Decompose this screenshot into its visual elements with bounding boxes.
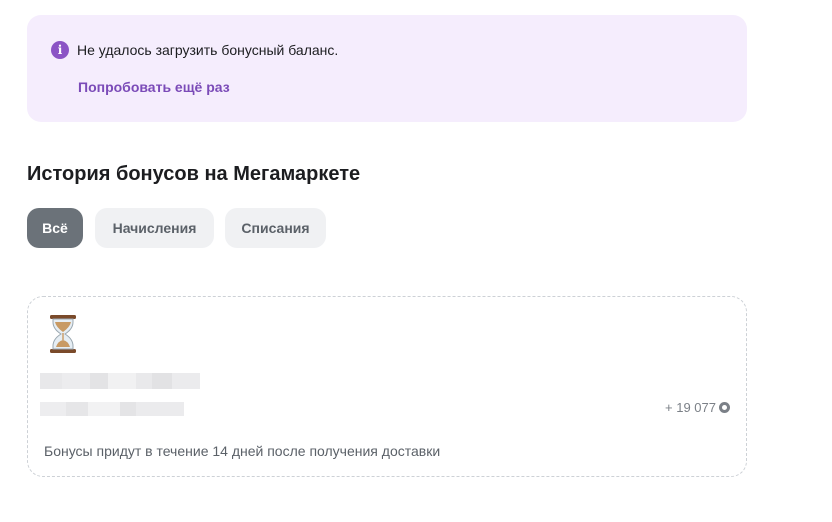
retry-link[interactable]: Попробовать ещё раз [78,79,230,95]
alert-message: Не удалось загрузить бонусный баланс. [77,42,339,58]
filter-all-button[interactable]: Всё [27,208,83,248]
bonus-history-card: + 19 077 Бонусы придут в течение 14 дней… [27,296,747,477]
bonus-delivery-note: Бонусы придут в течение 14 дней после по… [44,443,441,459]
error-alert: i Не удалось загрузить бонусный баланс. … [27,15,747,122]
hourglass-icon [50,315,76,353]
blurred-order-date [40,402,184,416]
info-icon: i [51,41,69,59]
bonus-page: i Не удалось загрузить бонусный баланс. … [0,0,832,522]
history-title: История бонусов на Мегамаркете [27,163,361,185]
bonus-amount: + 19 077 [665,400,730,415]
blurred-order-title [40,373,200,389]
filter-accruals-button[interactable]: Начисления [95,208,214,248]
filter-writeoffs-button[interactable]: Списания [225,208,326,248]
bonus-coin-icon [719,402,730,413]
bonus-amount-value: + 19 077 [665,400,716,415]
